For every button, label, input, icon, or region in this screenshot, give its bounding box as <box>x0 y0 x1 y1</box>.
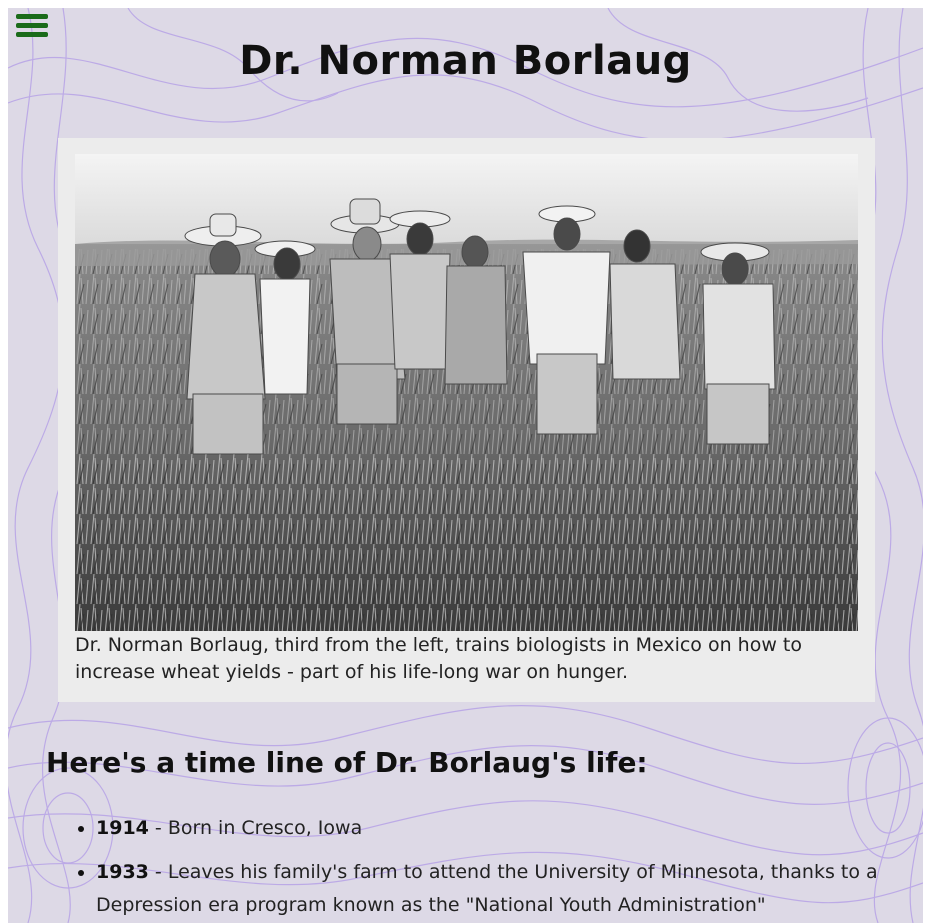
page-title: Dr. Norman Borlaug <box>239 38 692 84</box>
list-item: 1933 - Leaves his family's farm to atten… <box>78 856 886 922</box>
list-item: 1914 - Born in Cresco, Iowa <box>78 812 886 845</box>
timeline-list: 1914 - Born in Cresco, Iowa 1933 - Leave… <box>78 812 886 923</box>
menu-bar <box>16 32 48 37</box>
photo-caption: Dr. Norman Borlaug, third from the left,… <box>75 634 803 683</box>
timeline-event: - Born in Cresco, Iowa <box>148 817 363 839</box>
timeline-heading: Here's a time line of Dr. Borlaug's life… <box>46 746 648 779</box>
timeline-event: - Leaves his family's farm to attend the… <box>96 861 878 916</box>
page: Dr. Norman Borlaug Dr. Norman Borlaug, t… <box>8 8 923 923</box>
menu-bar <box>16 23 48 28</box>
menu-bar <box>16 14 48 19</box>
photo-figure: Dr. Norman Borlaug, third from the left,… <box>58 138 875 702</box>
timeline-year: 1933 <box>96 861 149 883</box>
borlaug-wheat-field-photo <box>75 154 858 631</box>
timeline-year: 1914 <box>96 817 149 839</box>
